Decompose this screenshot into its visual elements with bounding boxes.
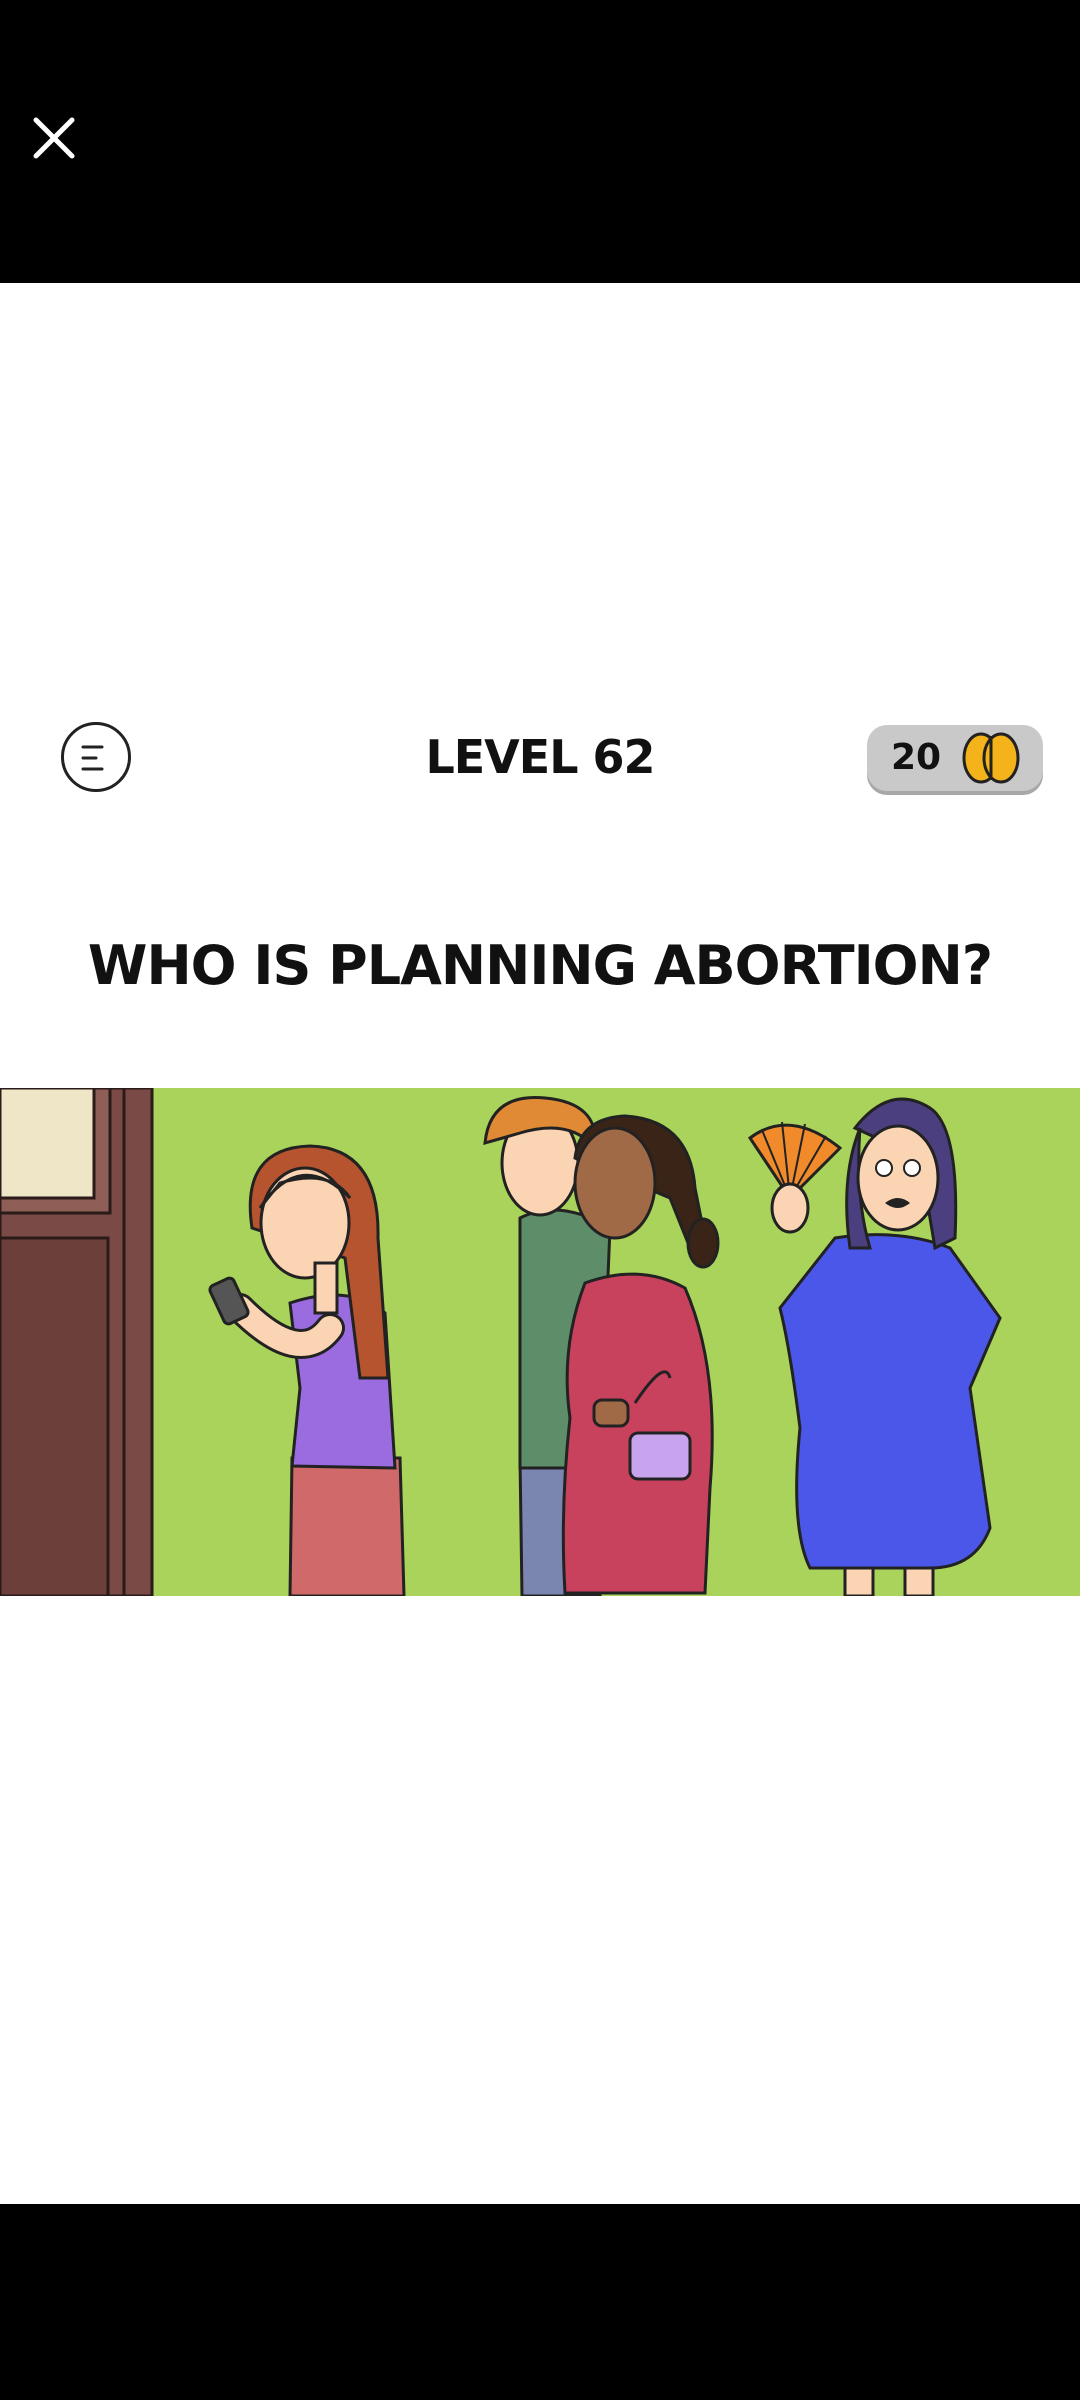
puzzle-scene (0, 1088, 1080, 1596)
close-icon (33, 117, 75, 159)
menu-lines-icon (81, 745, 104, 771)
menu-button[interactable] (61, 722, 131, 792)
question-text: WHO IS PLANNING ABORTION? (87, 934, 993, 997)
door (0, 1088, 154, 1596)
brain-icon (962, 732, 1020, 784)
hint-count: 20 (890, 737, 942, 778)
hint-counter[interactable]: 20 (867, 725, 1043, 791)
top-system-bar (0, 0, 1080, 283)
level-title: LEVEL 62 (425, 730, 655, 784)
bottom-system-bar (0, 2204, 1080, 2400)
pregnant-woman-with-purse[interactable] (561, 1114, 720, 1595)
close-button[interactable] (22, 106, 86, 170)
